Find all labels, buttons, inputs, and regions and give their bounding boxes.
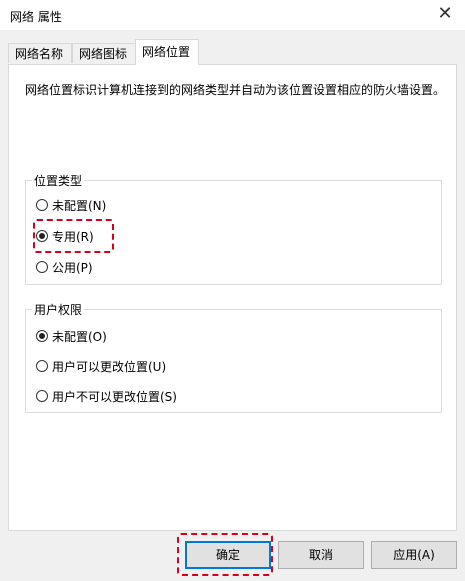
apply-button[interactable]: 应用(A) — [371, 541, 457, 569]
radio-circle — [36, 390, 48, 402]
radio-label: 公用(P) — [52, 260, 93, 275]
private-highlight-box — [33, 219, 114, 253]
tab-network-name[interactable]: 网络名称 — [8, 43, 72, 63]
radio-users-cannot-change[interactable]: 用户不可以更改位置(S) — [36, 387, 177, 405]
radio-label: 用户可以更改位置(U) — [52, 359, 167, 374]
user-permissions-group: 用户权限 未配置(O) 用户可以更改位置(U) 用户不可以更改位置(S) — [25, 301, 442, 413]
radio-circle — [36, 261, 48, 273]
radio-unconfigured-o[interactable]: 未配置(O) — [36, 327, 107, 345]
description-text: 网络位置标识计算机连接到的网络类型并自动为该位置设置相应的防火墙设置。 — [25, 83, 446, 97]
radio-public[interactable]: 公用(P) — [36, 258, 93, 276]
user-permissions-title: 用户权限 — [32, 301, 85, 318]
window-title: 网络 属性 — [10, 10, 62, 24]
tab-panel: 网络位置标识计算机连接到的网络类型并自动为该位置设置相应的防火墙设置。 位置类型… — [8, 64, 457, 531]
tab-network-icon[interactable]: 网络图标 — [72, 43, 136, 63]
ok-highlight-box — [177, 533, 273, 576]
cancel-button[interactable]: 取消 — [278, 541, 364, 569]
radio-label: 未配置(N) — [52, 198, 107, 213]
radio-circle — [36, 360, 48, 372]
radio-circle — [36, 330, 48, 342]
location-type-group: 位置类型 未配置(N) 专用(R) 公用(P) — [25, 172, 442, 285]
radio-circle — [36, 199, 48, 211]
radio-label: 未配置(O) — [52, 329, 107, 344]
radio-users-can-change[interactable]: 用户可以更改位置(U) — [36, 357, 166, 375]
tab-network-location[interactable]: 网络位置 — [135, 39, 199, 65]
location-type-title: 位置类型 — [32, 172, 85, 189]
radio-unconfigured-n[interactable]: 未配置(N) — [36, 196, 106, 214]
radio-label: 用户不可以更改位置(S) — [52, 389, 177, 404]
close-icon[interactable]: ✕ — [435, 4, 455, 24]
title-bar: 网络 属性 ✕ — [0, 0, 465, 30]
